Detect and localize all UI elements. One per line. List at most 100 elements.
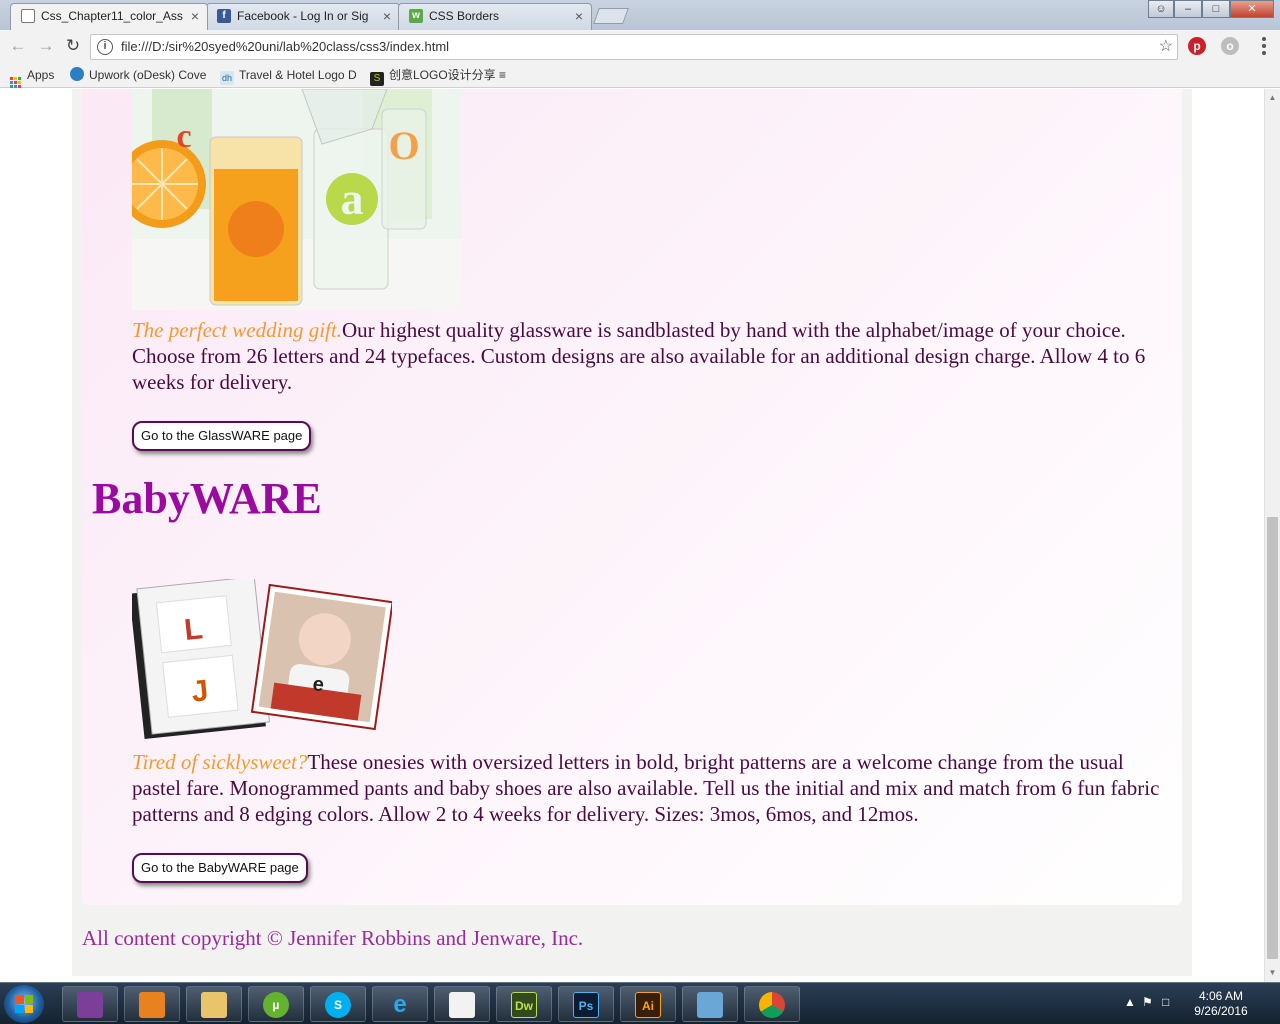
window-controls: ☺ – □ ✕ — [1148, 0, 1274, 18]
taskbar-item[interactable] — [186, 986, 242, 1022]
dreamweaver-icon: Dw — [511, 992, 537, 1018]
acrobat-icon — [449, 992, 475, 1018]
logo-share-icon: S — [370, 72, 384, 86]
glassware-lead: The perfect wedding gift. — [132, 318, 342, 342]
taskbar-item[interactable] — [682, 986, 738, 1022]
close-window-button[interactable]: ✕ — [1230, 0, 1274, 18]
taskbar-item[interactable]: µ — [248, 986, 304, 1022]
glass-letter-o: O — [388, 123, 419, 168]
new-tab-button[interactable] — [593, 8, 629, 24]
bookmark-label: 创意LOGO设计分享 ≡ — [389, 68, 507, 82]
clock-date: 9/26/2016 — [1194, 1004, 1248, 1018]
babyware-description: Tired of sicklysweet?These onesies with … — [132, 749, 1162, 827]
tab-css-borders[interactable]: w CSS Borders × — [398, 3, 592, 30]
pinterest-icon[interactable]: p — [1188, 37, 1206, 55]
facebook-icon: f — [217, 9, 231, 23]
babyware-illustration: L J e — [129, 576, 394, 739]
windows-logo-icon — [15, 995, 33, 1013]
bookmarks-bar: Apps Upwork (oDesk) Cove dh Travel & Hote… — [0, 63, 1280, 88]
windows-taskbar: µ Se Dw Ps Ai ▲ ⚑ □ 4:06 AM 9/26/2016 — [0, 982, 1280, 1024]
network-icon[interactable]: □ — [1162, 995, 1169, 1009]
bookmark-label: Upwork (oDesk) Cove — [89, 68, 207, 82]
info-icon[interactable]: i — [97, 39, 113, 55]
skype-icon: S — [325, 992, 351, 1018]
glass-letter-c: c — [176, 118, 191, 155]
close-tab-icon[interactable]: × — [191, 4, 199, 29]
bookmark-upwork[interactable]: Upwork (oDesk) Cove — [70, 67, 206, 83]
apps-grid-icon — [10, 77, 21, 88]
taskbar-item[interactable]: S — [310, 986, 366, 1022]
tab-title: Css_Chapter11_color_Ass — [41, 9, 183, 23]
browser-toolbar: ← → ↻ i file:///D:/sir%20syed%20uni/lab%… — [0, 30, 1280, 63]
reload-icon[interactable]: ↻ — [63, 36, 83, 56]
taskbar-item[interactable] — [124, 986, 180, 1022]
onesie-letter-l: L — [183, 612, 205, 647]
scroll-up-icon[interactable]: ▲ — [1265, 91, 1280, 105]
tab-title: Facebook - Log In or Sig — [237, 9, 369, 23]
dh-logo-icon: dh — [220, 71, 234, 85]
w3schools-icon: w — [409, 9, 423, 23]
taskbar-item[interactable] — [434, 986, 490, 1022]
clock-time: 4:06 AM — [1198, 989, 1244, 1003]
tray-arrow-icon[interactable]: ▲ — [1124, 995, 1136, 1009]
internet-explorer-icon: e — [393, 991, 407, 1018]
bookmark-travel-logo[interactable]: dh Travel & Hotel Logo D — [220, 67, 357, 85]
tab-strip: Css_Chapter11_color_Ass × f Facebook - L… — [0, 0, 1280, 30]
clock[interactable]: 4:06 AM 9/26/2016 — [1186, 989, 1256, 1019]
action-center-flag-icon[interactable]: ⚑ — [1142, 995, 1153, 1009]
glassware-description: The perfect wedding gift.Our highest qua… — [132, 317, 1162, 395]
glassware-page-button[interactable]: Go to the GlassWARE page — [132, 421, 312, 451]
tab-facebook[interactable]: f Facebook - Log In or Sig × — [206, 3, 400, 30]
menu-icon[interactable] — [1262, 37, 1266, 55]
upwork-icon — [70, 67, 84, 81]
back-icon[interactable]: ← — [8, 36, 28, 56]
photoshop-icon: Ps — [573, 992, 599, 1018]
babyware-page-button[interactable]: Go to the BabyWARE page — [132, 853, 308, 883]
url-text[interactable]: file:///D:/sir%20syed%20uni/lab%20class/… — [121, 35, 449, 59]
scroll-thumb[interactable] — [1267, 517, 1278, 959]
system-tray: ▲ ⚑ □ 4:06 AM 9/26/2016 — [1120, 983, 1280, 1024]
forward-icon[interactable]: → — [36, 36, 56, 56]
copyright-footer: All content copyright © Jennifer Robbins… — [82, 926, 584, 950]
bookmark-label: Travel & Hotel Logo D — [239, 68, 357, 82]
page-wrapper: a O c The perfect wedding gift.Our highe… — [72, 89, 1192, 976]
chrome-icon — [759, 992, 785, 1018]
address-bar[interactable]: i file:///D:/sir%20syed%20uni/lab%20clas… — [90, 34, 1178, 60]
bookmark-apps[interactable]: Apps — [10, 67, 54, 88]
glass-letter-a: a — [341, 173, 364, 224]
page-icon — [21, 9, 35, 23]
tab-title: CSS Borders — [429, 9, 500, 23]
page-viewport: a O c The perfect wedding gift.Our highe… — [0, 89, 1264, 982]
scroll-down-icon[interactable]: ▼ — [1265, 966, 1280, 980]
babyware-photo: L J e — [129, 576, 394, 739]
bookmark-star-icon[interactable]: ☆ — [1159, 36, 1173, 56]
maximize-button[interactable]: □ — [1202, 0, 1230, 18]
glassware-photo: a O c — [132, 89, 462, 310]
tab-css-chapter11[interactable]: Css_Chapter11_color_Ass × — [10, 3, 208, 30]
taskbar-item[interactable]: Ps — [558, 986, 614, 1022]
babyware-heading: BabyWARE — [92, 474, 322, 523]
taskbar-item[interactable]: Dw — [496, 986, 552, 1022]
close-tab-icon[interactable]: × — [575, 4, 583, 29]
media-player-icon — [139, 992, 165, 1018]
glassware-illustration: a O c — [132, 89, 462, 310]
bookmark-logo-design[interactable]: S 创意LOGO设计分享 ≡ — [370, 67, 506, 86]
taskbar-item[interactable]: Ai — [620, 986, 676, 1022]
extension-icon[interactable]: o — [1221, 37, 1239, 55]
illustrator-icon: Ai — [635, 992, 661, 1018]
vertical-scrollbar[interactable]: ▲ ▼ — [1264, 89, 1280, 982]
start-button[interactable] — [4, 985, 44, 1023]
taskbar-item[interactable] — [744, 986, 800, 1022]
taskbar-item[interactable] — [62, 986, 118, 1022]
close-tab-icon[interactable]: × — [383, 4, 391, 29]
taskbar-item[interactable]: e — [372, 986, 428, 1022]
bookmark-label: Apps — [27, 68, 55, 82]
user-icon[interactable]: ☺ — [1148, 0, 1174, 18]
babyware-lead: Tired of sicklysweet? — [132, 750, 308, 774]
utorrent-icon: µ — [263, 992, 289, 1018]
content-panel: a O c The perfect wedding gift.Our highe… — [82, 89, 1182, 905]
photo-viewer-icon — [697, 992, 723, 1018]
minimize-button[interactable]: – — [1174, 0, 1202, 18]
onesie-letter-j: J — [190, 674, 210, 709]
file-explorer-icon — [201, 992, 227, 1018]
